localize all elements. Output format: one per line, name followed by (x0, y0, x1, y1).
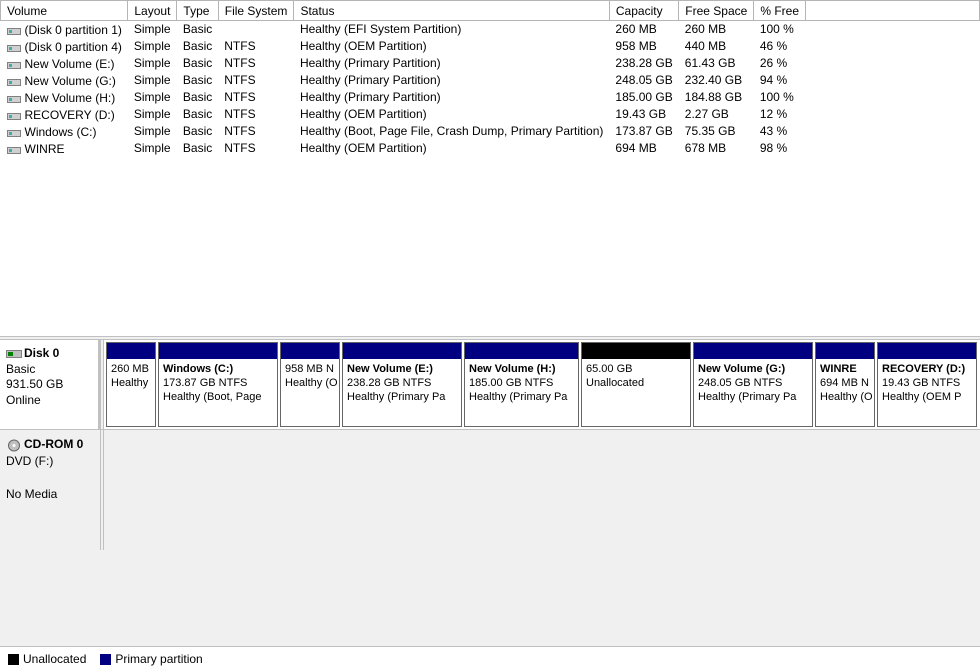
partition-header (281, 343, 339, 359)
cdrom-label: DVD (F:) (6, 454, 53, 468)
partition-block[interactable]: WINRE694 MB NHealthy (O (815, 342, 875, 427)
volume-row[interactable]: WINRESimpleBasicNTFSHealthy (OEM Partiti… (1, 140, 980, 157)
volume-icon (7, 110, 21, 120)
partition-block[interactable]: New Volume (H:)185.00 GB NTFSHealthy (Pr… (464, 342, 579, 427)
partition-header (694, 343, 812, 359)
partition-body: 260 MBHealthy (107, 359, 155, 426)
volume-name: Windows (C:) (25, 125, 97, 139)
volume-name: New Volume (E:) (25, 57, 115, 71)
partition-header (343, 343, 461, 359)
partition-body: WINRE694 MB NHealthy (O (816, 359, 874, 426)
partition-body: New Volume (E:)238.28 GB NTFSHealthy (Pr… (343, 359, 461, 426)
volume-row[interactable]: RECOVERY (D:)SimpleBasicNTFSHealthy (OEM… (1, 106, 980, 123)
disk0-state: Online (6, 393, 41, 407)
volume-row[interactable]: New Volume (G:)SimpleBasicNTFSHealthy (P… (1, 72, 980, 89)
volume-icon (7, 42, 21, 52)
cdrom-info[interactable]: CD-ROM 0 DVD (F:) No Media (0, 430, 100, 550)
volume-row[interactable]: New Volume (H:)SimpleBasicNTFSHealthy (P… (1, 89, 980, 106)
disk-icon (6, 348, 22, 360)
col-header-volume[interactable]: Volume (1, 1, 128, 21)
volume-table[interactable]: VolumeLayoutTypeFile SystemStatusCapacit… (0, 0, 980, 157)
volume-name: (Disk 0 partition 4) (25, 40, 122, 54)
partition-body: RECOVERY (D:)19.43 GB NTFSHealthy (OEM P (878, 359, 976, 426)
partition-header (159, 343, 277, 359)
vertical-splitter[interactable] (100, 430, 104, 550)
disk0-info[interactable]: Disk 0 Basic 931.50 GB Online (0, 340, 100, 429)
volume-name: WINRE (25, 142, 65, 156)
volume-row[interactable]: (Disk 0 partition 4)SimpleBasicNTFSHealt… (1, 38, 980, 55)
partition-block[interactable]: New Volume (E:)238.28 GB NTFSHealthy (Pr… (342, 342, 462, 427)
cdrom-title: CD-ROM 0 (24, 437, 83, 451)
partition-body: 65.00 GBUnallocated (582, 359, 690, 426)
partition-body: New Volume (G:)248.05 GB NTFSHealthy (Pr… (694, 359, 812, 426)
volume-icon (7, 144, 21, 154)
volume-name: (Disk 0 partition 1) (25, 23, 122, 37)
col-header-layout[interactable]: Layout (128, 1, 177, 21)
partition-block[interactable]: Windows (C:)173.87 GB NTFSHealthy (Boot,… (158, 342, 278, 427)
partition-header (107, 343, 155, 359)
partition-block[interactable]: 260 MBHealthy (106, 342, 156, 427)
col-header--free[interactable]: % Free (754, 1, 806, 21)
volume-row[interactable]: (Disk 0 partition 1)SimpleBasicHealthy (… (1, 21, 980, 38)
disk-graphic-panel[interactable]: Disk 0 Basic 931.50 GB Online 260 MBHeal… (0, 340, 980, 646)
col-header-capacity[interactable]: Capacity (609, 1, 678, 21)
col-header-type[interactable]: Type (177, 1, 218, 21)
volume-icon (7, 127, 21, 137)
partition-header (465, 343, 578, 359)
partition-body: Windows (C:)173.87 GB NTFSHealthy (Boot,… (159, 359, 277, 426)
disk0-title: Disk 0 (24, 346, 59, 360)
volume-list-panel[interactable]: VolumeLayoutTypeFile SystemStatusCapacit… (0, 0, 980, 336)
partition-body: 958 MB NHealthy (O (281, 359, 339, 426)
partition-body: New Volume (H:)185.00 GB NTFSHealthy (Pr… (465, 359, 578, 426)
volume-icon (7, 59, 21, 69)
partition-block[interactable]: RECOVERY (D:)19.43 GB NTFSHealthy (OEM P (877, 342, 977, 427)
volume-icon (7, 76, 21, 86)
disk0-type: Basic (6, 362, 35, 376)
disk0-size: 931.50 GB (6, 377, 63, 391)
volume-row[interactable]: Windows (C:)SimpleBasicNTFSHealthy (Boot… (1, 123, 980, 140)
col-header-file-system[interactable]: File System (218, 1, 294, 21)
col-header-status[interactable]: Status (294, 1, 609, 21)
volume-row[interactable]: New Volume (E:)SimpleBasicNTFSHealthy (P… (1, 55, 980, 72)
col-header-free-space[interactable]: Free Space (679, 1, 754, 21)
partition-block[interactable]: 65.00 GBUnallocated (581, 342, 691, 427)
legend-primary: Primary partition (100, 652, 202, 666)
cdrom-state: No Media (6, 487, 57, 501)
legend-bar: Unallocated Primary partition (0, 646, 980, 670)
legend-unalloc: Unallocated (8, 652, 86, 666)
volume-name: RECOVERY (D:) (25, 108, 115, 122)
partition-block[interactable]: 958 MB NHealthy (O (280, 342, 340, 427)
cdrom-row[interactable]: CD-ROM 0 DVD (F:) No Media (0, 430, 980, 550)
partition-block[interactable]: New Volume (G:)248.05 GB NTFSHealthy (Pr… (693, 342, 813, 427)
partition-header (878, 343, 976, 359)
partition-header (816, 343, 874, 359)
cdrom-icon (6, 439, 22, 451)
col-header-spacer (806, 1, 980, 21)
partition-header (582, 343, 690, 359)
volume-icon (7, 25, 21, 35)
volume-name: New Volume (G:) (25, 74, 116, 88)
volume-name: New Volume (H:) (25, 91, 116, 105)
disk0-row[interactable]: Disk 0 Basic 931.50 GB Online 260 MBHeal… (0, 340, 980, 430)
volume-icon (7, 93, 21, 103)
disk0-map[interactable]: 260 MBHealthyWindows (C:)173.87 GB NTFSH… (104, 340, 980, 429)
